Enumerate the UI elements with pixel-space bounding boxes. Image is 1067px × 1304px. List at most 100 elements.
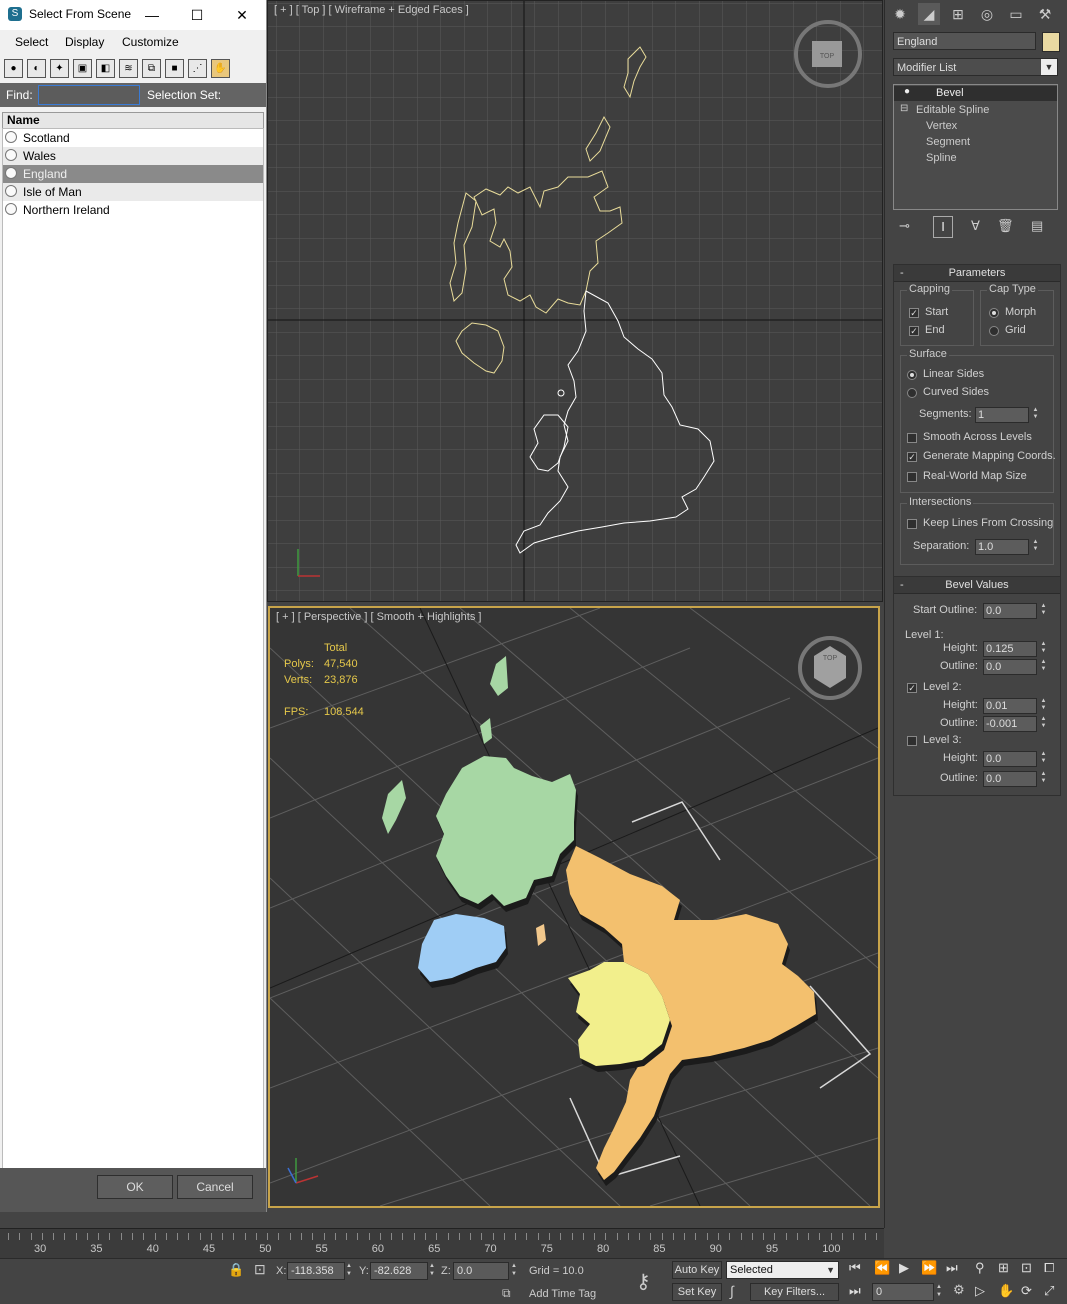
filter-all-icon[interactable]: ✋	[211, 59, 230, 78]
list-item-wales[interactable]: Wales	[3, 147, 263, 165]
selection-set-label[interactable]: Selection Set:	[147, 88, 221, 102]
absolute-mode-icon[interactable]: ⊡	[254, 1261, 266, 1278]
spinner-arrows-icon[interactable]: ▲ ▼	[1039, 641, 1048, 657]
motion-tab-icon[interactable]: ◎	[976, 3, 998, 25]
spinner-arrows-icon[interactable]: ▲ ▼	[1039, 771, 1048, 787]
perspective-viewport-label[interactable]: [ + ] [ Perspective ] [ Smooth + Highlig…	[276, 611, 481, 623]
play-icon[interactable]: ▶	[899, 1260, 909, 1276]
cancel-button[interactable]: Cancel	[177, 1175, 253, 1199]
viewcube[interactable]: TOP	[798, 636, 862, 700]
ok-button[interactable]: OK	[97, 1175, 173, 1199]
perspective-viewport[interactable]: TOP [ + ] [ Perspective ] [ Smooth + Hig…	[268, 606, 880, 1208]
x-coord-field[interactable]: -118.358	[287, 1262, 345, 1280]
northern-ireland-mesh[interactable]	[418, 914, 508, 988]
spinner-arrows-icon[interactable]: ▲ ▼	[1039, 603, 1048, 619]
level1-height-value[interactable]: 0.125	[983, 641, 1037, 657]
filter-helpers-icon[interactable]: ◧	[96, 59, 115, 78]
minimize-button[interactable]: —	[138, 4, 166, 26]
orbit-icon[interactable]: ⟳	[1021, 1283, 1032, 1299]
find-input[interactable]	[38, 85, 140, 105]
filter-bones-icon[interactable]: ⋰	[188, 59, 207, 78]
filter-spacewarps-icon[interactable]: ≋	[119, 59, 138, 78]
previous-frame-icon[interactable]: ⏪	[874, 1260, 890, 1276]
set-key-button[interactable]: Set Key	[672, 1283, 722, 1301]
spinner-arrows-icon[interactable]: ▲ ▼	[511, 1262, 517, 1278]
level2-outline-value[interactable]: -0.001	[983, 716, 1037, 732]
stack-item-segment[interactable]: Segment	[894, 135, 1057, 150]
level3-height-value[interactable]: 0.0	[983, 751, 1037, 767]
menu-display[interactable]: Display	[65, 35, 104, 49]
real-world-map-size-checkbox[interactable]	[907, 472, 917, 482]
object-color-swatch[interactable]	[1042, 32, 1060, 52]
lightbulb-icon[interactable]: ●	[904, 86, 910, 97]
make-unique-icon[interactable]: ∀	[971, 218, 980, 234]
bevel-values-rollout-header[interactable]: - Bevel Values	[894, 577, 1060, 594]
filter-groups-icon[interactable]: ⧉	[142, 59, 161, 78]
level2-outline-spinner[interactable]: -0.001 ▲ ▼	[983, 716, 1049, 732]
object-name-field[interactable]: England	[893, 32, 1036, 50]
maximize-button[interactable]: ☐	[183, 4, 211, 26]
smooth-across-levels-checkbox[interactable]	[907, 433, 917, 443]
list-item-isle-of-man[interactable]: Isle of Man	[3, 183, 263, 201]
filter-xrefs-icon[interactable]: ■	[165, 59, 184, 78]
create-tab-icon[interactable]: ✹	[889, 3, 911, 25]
spinner-arrows-icon[interactable]: ▲ ▼	[346, 1262, 352, 1278]
level3-outline-value[interactable]: 0.0	[983, 771, 1037, 787]
level1-height-spinner[interactable]: 0.125 ▲ ▼	[983, 641, 1049, 657]
start-checkbox[interactable]: ✓	[909, 308, 919, 318]
curved-sides-radio[interactable]	[907, 388, 917, 398]
separation-spinner[interactable]: 1.0 ▲ ▼	[975, 539, 1041, 555]
level3-height-spinner[interactable]: 0.0 ▲ ▼	[983, 751, 1049, 767]
lock-selection-icon[interactable]: 🔒	[228, 1262, 244, 1278]
auto-key-button[interactable]: Auto Key	[672, 1261, 722, 1279]
show-end-result-icon[interactable]: I	[933, 216, 953, 238]
display-tab-icon[interactable]: ▭	[1005, 3, 1027, 25]
scotland-mesh[interactable]	[382, 656, 578, 912]
spinner-arrows-icon[interactable]: ▲ ▼	[429, 1262, 435, 1278]
maximize-viewport-icon[interactable]: ⤢	[1044, 1283, 1054, 1299]
end-checkbox[interactable]: ✓	[909, 326, 919, 336]
stack-item-spline[interactable]: Spline	[894, 151, 1057, 166]
chevron-down-icon[interactable]: ▼	[826, 1262, 835, 1279]
list-item-england[interactable]: England	[3, 165, 263, 183]
next-frame-icon[interactable]: ⏩	[921, 1260, 937, 1276]
pin-stack-icon[interactable]: ⊸	[899, 218, 910, 234]
top-viewport[interactable]: TOP [ + ] [ Top ] [ Wireframe + Edged Fa…	[267, 0, 883, 602]
filter-shapes-icon[interactable]: ◐	[27, 59, 46, 78]
modify-tab-icon[interactable]: ◢	[918, 3, 940, 25]
level1-outline-value[interactable]: 0.0	[983, 659, 1037, 675]
z-coord-field[interactable]: 0.0	[453, 1262, 509, 1280]
morph-radio[interactable]	[989, 308, 999, 318]
level2-checkbox[interactable]: ✓	[907, 683, 917, 693]
go-to-start-icon[interactable]: ⏮	[849, 1260, 861, 1276]
stack-item-vertex[interactable]: Vertex	[894, 119, 1057, 134]
level2-height-spinner[interactable]: 0.01 ▲ ▼	[983, 698, 1049, 714]
level2-height-value[interactable]: 0.01	[983, 698, 1037, 714]
isle-of-man-mesh[interactable]	[536, 924, 546, 946]
spinner-arrows-icon[interactable]: ▲ ▼	[1039, 659, 1048, 675]
name-column-header[interactable]: Name	[2, 112, 264, 129]
keep-lines-checkbox[interactable]	[907, 519, 917, 529]
key-mode-toggle-icon[interactable]: ⏭	[849, 1283, 861, 1299]
key-tangent-icon[interactable]: ∫	[730, 1283, 734, 1299]
remove-modifier-icon[interactable]: 🗑	[997, 218, 1014, 234]
spinner-arrows-icon[interactable]: ▲ ▼	[1031, 407, 1040, 423]
utilities-tab-icon[interactable]: ⚒	[1034, 3, 1056, 25]
field-of-view-icon[interactable]: ▷	[975, 1283, 985, 1299]
separation-value[interactable]: 1.0	[975, 539, 1029, 555]
spinner-arrows-icon[interactable]: ▲ ▼	[936, 1283, 942, 1299]
start-outline-spinner[interactable]: 0.0 ▲ ▼	[983, 603, 1049, 619]
spinner-arrows-icon[interactable]: ▲ ▼	[1039, 698, 1048, 714]
collapse-minus-icon[interactable]: ⊟	[900, 103, 908, 114]
stack-item-bevel[interactable]: ● Bevel	[894, 86, 1057, 101]
grid-radio[interactable]	[989, 326, 999, 336]
level3-checkbox[interactable]	[907, 736, 917, 746]
chevron-down-icon[interactable]: ▼	[1041, 59, 1057, 75]
set-key-mode-icon[interactable]: ⚷	[636, 1269, 651, 1294]
menu-select[interactable]: Select	[15, 35, 48, 49]
spinner-arrows-icon[interactable]: ▲ ▼	[1031, 539, 1040, 555]
zoom-all-icon[interactable]: ⊞	[998, 1260, 1009, 1276]
zoom-icon[interactable]: ⚲	[975, 1260, 985, 1276]
level3-outline-spinner[interactable]: 0.0 ▲ ▼	[983, 771, 1049, 787]
filter-cameras-icon[interactable]: ▣	[73, 59, 92, 78]
